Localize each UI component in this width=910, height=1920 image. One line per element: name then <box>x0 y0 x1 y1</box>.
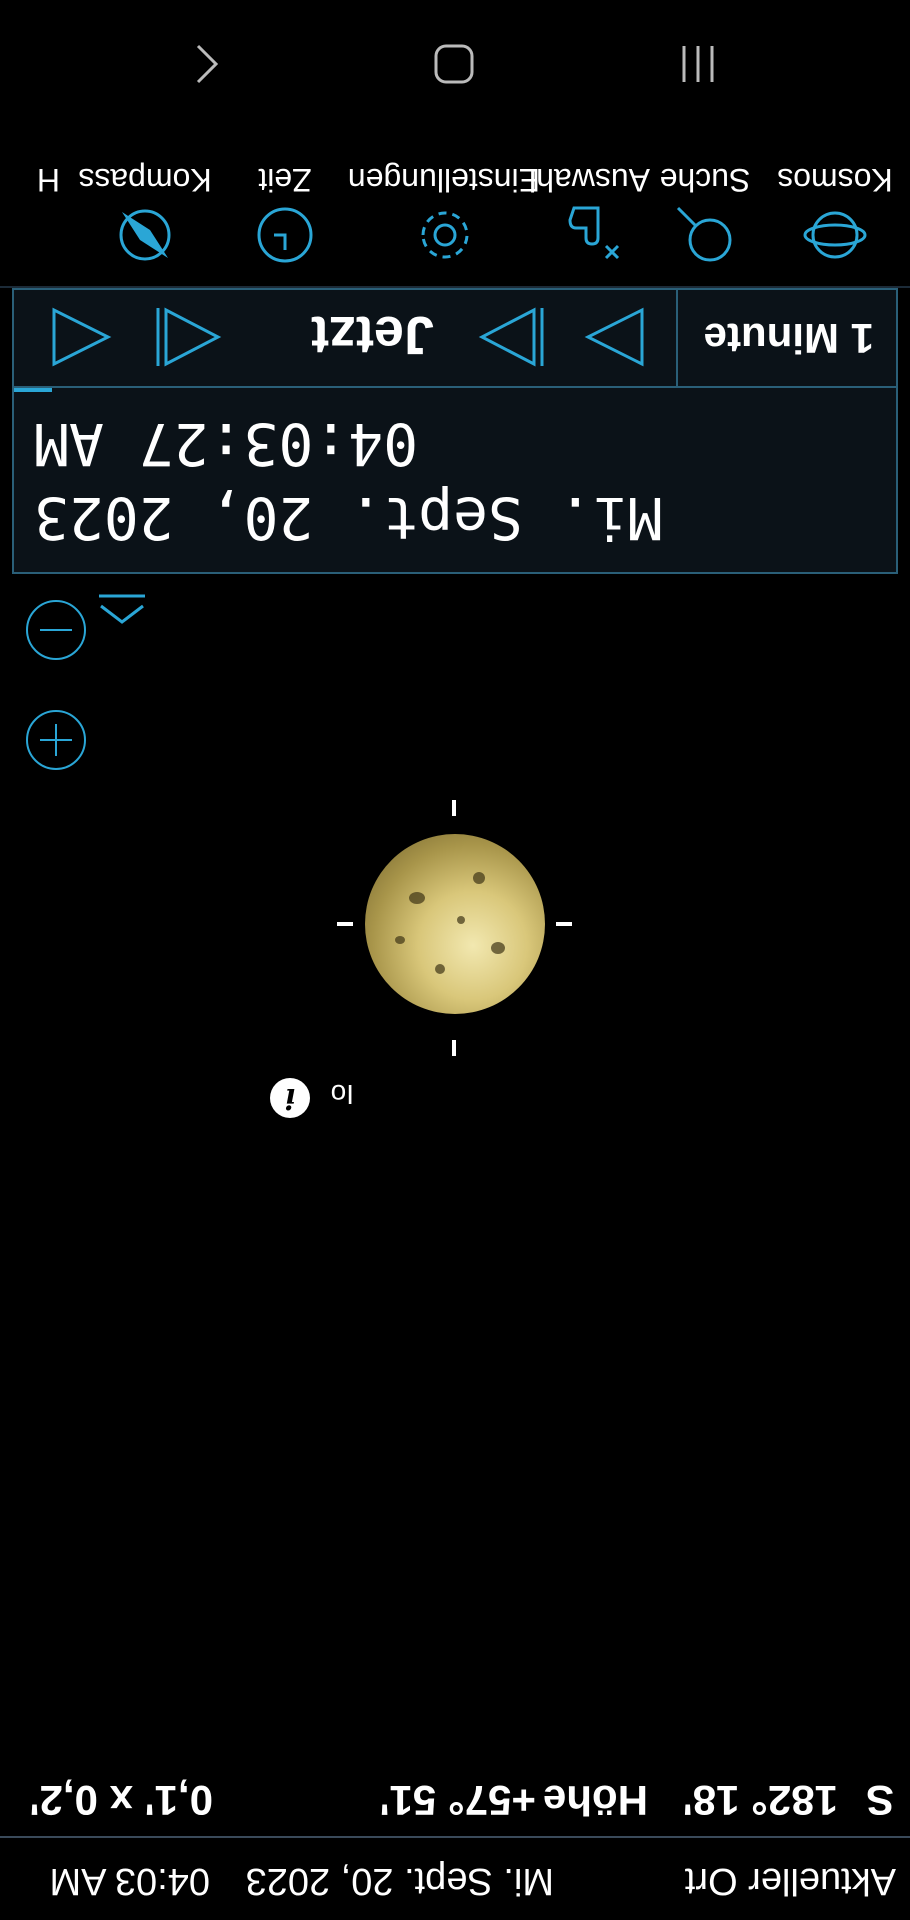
info-time: 04:03 AM <box>49 1860 210 1902</box>
now-button[interactable]: Jetzt <box>311 304 434 366</box>
location-label[interactable]: Aktueller Ort <box>685 1859 896 1902</box>
info-bar: Aktueller Ort Mi. Sept. 20, 2023 04:03 A… <box>0 1758 910 1920</box>
progress-indicator <box>14 388 52 392</box>
orbit-icon <box>803 211 867 259</box>
time-step-label: 1 Minute <box>703 315 874 362</box>
reticle-tick-top <box>452 1040 456 1056</box>
back-icon[interactable] <box>178 36 234 92</box>
panel-date[interactable]: Mi. Sept. 20, 2023 <box>34 484 663 552</box>
home-icon[interactable] <box>426 36 482 92</box>
sky-view[interactable] <box>0 574 910 1758</box>
chevron-up-icon[interactable] <box>97 590 147 630</box>
toolbar-label: Auswahl <box>529 162 650 198</box>
system-nav-bar <box>0 0 910 128</box>
io-planet-image[interactable] <box>365 834 545 1014</box>
zoom-in-button[interactable] <box>26 710 86 770</box>
bottom-toolbar: Kosmos Suche Auswahl Einstellungen Zeit … <box>0 128 910 288</box>
step-forward-icon[interactable] <box>478 302 548 372</box>
hand-pointer-icon <box>568 206 620 260</box>
location-row: Aktueller Ort Mi. Sept. 20, 2023 04:03 A… <box>0 1838 910 1920</box>
divider <box>0 1836 910 1838</box>
toolbar-label: Suche <box>659 162 751 198</box>
info-date: Mi. Sept. 20, 2023 <box>245 1860 554 1902</box>
toolbar-label: Zeit <box>258 162 312 198</box>
toolbar-suche[interactable]: Suche <box>650 126 760 286</box>
toolbar-zeit[interactable]: Zeit <box>220 126 350 286</box>
play-forward-icon[interactable] <box>580 302 650 372</box>
altitude-value: +57° 51' <box>379 1777 536 1824</box>
time-step-selector[interactable]: 1 Minute <box>676 290 896 386</box>
toolbar-h[interactable]: H <box>0 126 70 286</box>
play-backward-icon[interactable] <box>46 302 116 372</box>
io-object[interactable] <box>355 824 555 1024</box>
object-label[interactable]: Io <box>331 1078 354 1110</box>
panel-time[interactable]: 04:03:27 AM <box>34 410 418 478</box>
time-controls: 1 Minute Jetzt <box>12 288 898 386</box>
toolbar-auswahl[interactable]: Auswahl <box>529 126 650 286</box>
toolbar-label: Einstellungen <box>347 162 540 198</box>
recent-apps-icon[interactable] <box>670 36 726 92</box>
search-icon <box>676 206 732 262</box>
clock-icon <box>257 207 313 263</box>
direction-label: S <box>865 1777 894 1824</box>
toolbar-einstellungen[interactable]: Einstellungen <box>347 126 540 286</box>
altitude-label: Höhe <box>543 1777 648 1824</box>
toolbar-kosmos[interactable]: Kosmos <box>760 126 910 286</box>
azimuth-value: 182° 18' <box>682 1777 838 1824</box>
toolbar-kompass[interactable]: Kompass <box>70 126 220 286</box>
field-of-view: 0,1' x 0,2' <box>29 1777 213 1824</box>
position-row: S 182° 18' Höhe +57° 51' 0,1' x 0,2' <box>0 1758 910 1836</box>
reticle-tick-right <box>337 922 353 926</box>
gear-icon <box>421 211 469 259</box>
reticle-tick-left <box>556 922 572 926</box>
time-panel: Mi. Sept. 20, 2023 04:03:27 AM <box>12 386 898 574</box>
toolbar-label: Kosmos <box>777 162 893 198</box>
reticle-tick-bottom <box>452 800 456 816</box>
info-icon[interactable]: i <box>270 1078 310 1118</box>
compass-icon <box>119 209 171 261</box>
zoom-out-button[interactable] <box>26 600 86 660</box>
toolbar-label: H <box>36 162 60 198</box>
toolbar-label: Kompass <box>78 162 212 198</box>
step-backward-icon[interactable] <box>152 302 222 372</box>
